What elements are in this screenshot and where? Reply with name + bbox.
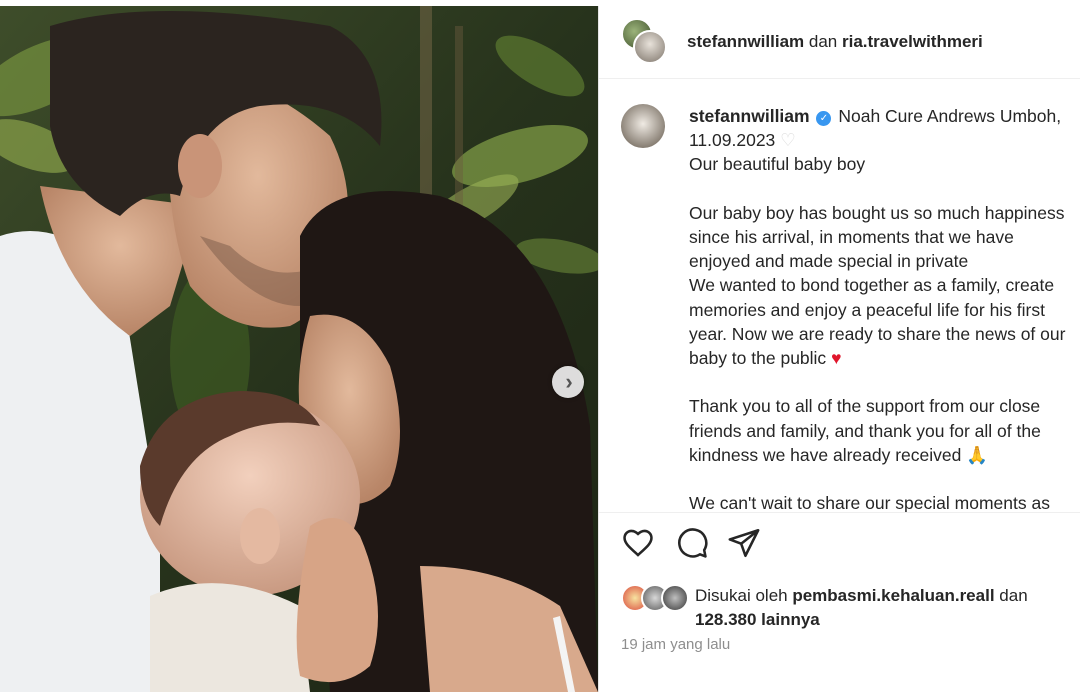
username-link[interactable]: ria.travelwithmeri (842, 32, 983, 51)
liker-username-link[interactable]: pembasmi.kehaluan.reall (792, 586, 994, 605)
like-button[interactable] (621, 526, 655, 560)
caption-title: Noah Cure Andrews Umboh, (838, 106, 1062, 126)
collab-avatars[interactable] (621, 18, 667, 64)
post-caption: stefannwilliam ✓ Noah Cure Andrews Umboh… (689, 104, 1080, 513)
family-photo-illustration (0, 6, 598, 692)
likes-conjunction: dan (999, 586, 1028, 605)
avatar[interactable] (633, 30, 667, 64)
verified-badge-icon: ✓ (816, 111, 832, 126)
conjunction-text: dan (808, 32, 838, 51)
comment-bubble-icon (678, 528, 708, 558)
likes-text: Disukai oleh pembasmi.kehaluan.reall dan… (695, 584, 1075, 632)
post-timestamp[interactable]: 19 jam yang lalu (621, 636, 730, 653)
red-heart-icon: ♥ (831, 348, 842, 369)
action-bar (599, 526, 1080, 566)
avatar[interactable] (621, 104, 665, 148)
caption-paragraph: Our baby boy has bought us so much happi… (689, 202, 1066, 369)
likes-count-link[interactable]: 128.380 lainnya (695, 610, 820, 629)
instagram-post-view: › stefannwilliam dan ria.travelwithmeri … (0, 0, 1080, 692)
liker-avatars[interactable] (621, 584, 691, 612)
avatar[interactable] (661, 584, 689, 612)
post-photo[interactable]: › (0, 6, 598, 692)
heart-outline-icon (623, 529, 653, 557)
likes-summary: Disukai oleh pembasmi.kehaluan.reall dan… (621, 582, 1080, 632)
comment-button[interactable] (675, 526, 709, 560)
share-button[interactable] (727, 526, 761, 560)
caption-date: 11.09.2023 (689, 130, 776, 151)
paper-plane-icon (728, 528, 760, 558)
post-sidebar: stefannwilliam dan ria.travelwithmeri st… (598, 6, 1080, 692)
collab-usernames: stefannwilliam dan ria.travelwithmeri (687, 32, 983, 52)
caption-paragraph: We can't wait to share our special momen… (689, 493, 1050, 513)
caption-scroll-area[interactable]: stefannwilliam ✓ Noah Cure Andrews Umboh… (599, 80, 1080, 513)
caption-username[interactable]: stefannwilliam (689, 106, 810, 126)
post-header: stefannwilliam dan ria.travelwithmeri (599, 6, 1080, 79)
caption-line: Our beautiful baby boy (689, 154, 866, 175)
username-link[interactable]: stefannwilliam (687, 32, 804, 51)
likes-prefix: Disukai oleh (695, 586, 788, 605)
next-image-button[interactable]: › (552, 366, 584, 398)
white-heart-icon: ♡ (780, 130, 796, 151)
folded-hands-icon: 🙏 (966, 444, 989, 465)
chevron-right-icon: › (565, 369, 573, 394)
